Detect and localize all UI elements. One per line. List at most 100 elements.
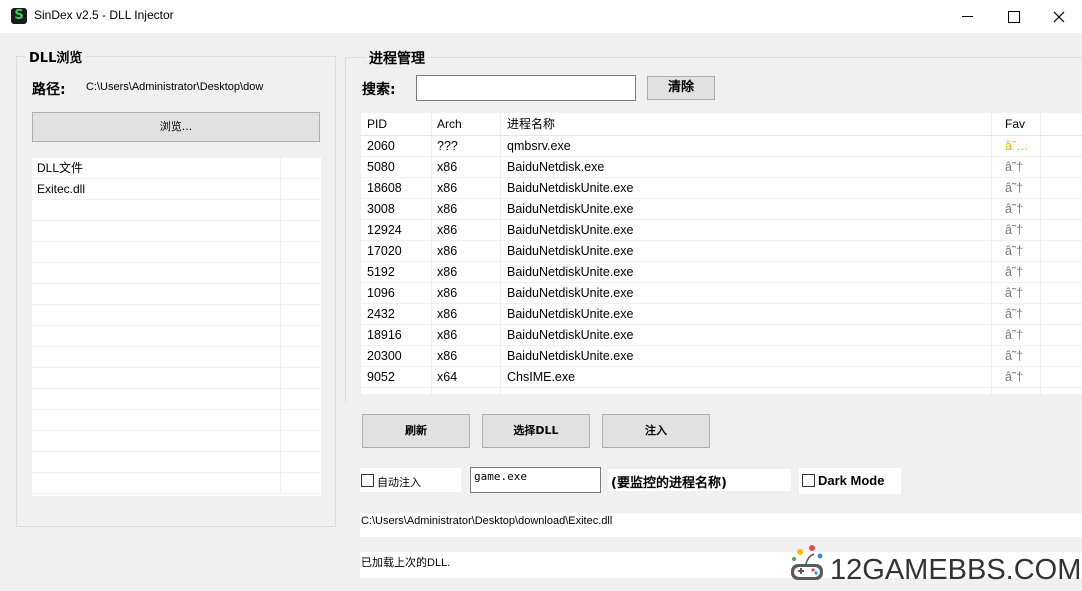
cell-arch: ???: [437, 139, 458, 153]
list-item-empty: [32, 410, 321, 431]
cell-fav-star[interactable]: â˜†: [1005, 157, 1045, 178]
cell-fav-star[interactable]: â˜†: [1005, 304, 1045, 325]
cell-arch: x86: [437, 244, 458, 258]
table-row[interactable]: 3008 x86 BaiduNetdiskUnite.exe â˜†: [361, 199, 1082, 220]
cell-arch: x86: [437, 349, 458, 363]
clear-button[interactable]: 清除: [647, 76, 715, 100]
cell-pid: 3008: [367, 202, 395, 216]
watermark-text: 12GAMEBBS.COM: [830, 554, 1082, 586]
table-row[interactable]: 5080 x86 BaiduNetdisk.exe â˜†: [361, 157, 1082, 178]
site-watermark: 12GAMEBBS.COM: [788, 540, 1082, 588]
dark-mode-checkbox[interactable]: [802, 474, 815, 487]
cell-arch: x64: [437, 370, 458, 384]
app-logo-icon: S: [11, 8, 27, 24]
cell-fav-star[interactable]: â˜†: [1005, 241, 1045, 262]
cell-fav-star[interactable]: â˜†: [1005, 262, 1045, 283]
cell-pid: 9052: [367, 370, 395, 384]
list-item-empty: [32, 200, 321, 221]
select-dll-button[interactable]: 选择DLL: [482, 414, 590, 448]
cell-name: BaiduNetdiskUnite.exe: [507, 202, 634, 216]
table-row[interactable]: 1096 x86 BaiduNetdiskUnite.exe â˜†: [361, 283, 1082, 304]
search-input[interactable]: [416, 75, 636, 101]
cell-pid: 5080: [367, 160, 395, 174]
table-row[interactable]: 12924 x86 BaiduNetdiskUnite.exe â˜†: [361, 220, 1082, 241]
search-label: 搜索:: [362, 82, 396, 98]
cell-pid: 20300: [367, 349, 402, 363]
list-item-empty: [32, 221, 321, 242]
cell-name: BaiduNetdisk.exe: [507, 160, 605, 174]
game-controller-icon: [791, 545, 823, 580]
cell-pid: 1096: [367, 286, 395, 300]
cell-arch: x86: [437, 202, 458, 216]
cell-name: qmbsrv.exe: [507, 139, 571, 153]
dll-file-list[interactable]: DLL文件 Exitec.dll: [32, 158, 321, 496]
auto-inject-checkbox[interactable]: [361, 474, 374, 487]
cell-fav-star[interactable]: â˜†: [1005, 325, 1045, 346]
cell-fav-star[interactable]: â˜†: [1005, 283, 1045, 304]
list-item-empty: [32, 284, 321, 305]
list-item-empty: [32, 452, 321, 473]
table-row[interactable]: 18916 x86 BaiduNetdiskUnite.exe â˜†: [361, 325, 1082, 346]
list-item-empty: [32, 389, 321, 410]
column-header-pid[interactable]: PID: [367, 113, 427, 136]
maximize-button[interactable]: [990, 0, 1036, 33]
cell-name: BaiduNetdiskUnite.exe: [507, 349, 634, 363]
cell-fav-star[interactable]: â˜†: [1005, 346, 1045, 367]
inject-button[interactable]: 注入: [602, 414, 710, 448]
cell-arch: x86: [437, 328, 458, 342]
cell-fav-star[interactable]: â˜†: [1005, 367, 1045, 388]
close-button[interactable]: [1036, 0, 1082, 33]
cell-name: BaiduNetdiskUnite.exe: [507, 307, 634, 321]
table-row[interactable]: 2060 ??? qmbsrv.exe â˜…: [361, 136, 1082, 157]
cell-fav-star[interactable]: â˜†: [1005, 178, 1045, 199]
cell-fav-star[interactable]: â˜…: [1005, 136, 1045, 157]
table-row[interactable]: 18608 x86 BaiduNetdiskUnite.exe â˜†: [361, 178, 1082, 199]
cell-name: BaiduNetdiskUnite.exe: [507, 328, 634, 342]
list-item-empty: [32, 305, 321, 326]
dll-file-name: Exitec.dll: [37, 182, 86, 196]
cell-name: BaiduNetdiskUnite.exe: [507, 223, 634, 237]
cell-pid: 18608: [367, 181, 402, 195]
cell-pid: 18916: [367, 328, 402, 342]
refresh-button[interactable]: 刷新: [362, 414, 470, 448]
cell-pid: 12924: [367, 223, 402, 237]
list-item-empty: [32, 242, 321, 263]
auto-inject-label: 自动注入: [377, 476, 421, 489]
table-row[interactable]: 20300 x86 BaiduNetdiskUnite.exe â˜†: [361, 346, 1082, 367]
list-item[interactable]: Exitec.dll: [32, 179, 321, 200]
column-header-arch[interactable]: Arch: [437, 113, 497, 136]
minimize-button[interactable]: [944, 0, 990, 33]
dll-path-status: C:\Users\Administrator\Desktop\download\…: [360, 513, 1082, 537]
table-row[interactable]: 5192 x86 BaiduNetdiskUnite.exe â˜†: [361, 262, 1082, 283]
table-header: PID Arch 进程名称 Fav: [361, 113, 1082, 136]
column-header-name[interactable]: 进程名称: [507, 113, 987, 136]
close-icon: [1053, 11, 1065, 23]
dark-mode-option[interactable]: Dark Mode: [799, 468, 901, 494]
cell-pid: 2432: [367, 307, 395, 321]
table-row[interactable]: 2432 x86 BaiduNetdiskUnite.exe â˜†: [361, 304, 1082, 325]
auto-inject-option[interactable]: 自动注入: [360, 468, 461, 492]
cell-arch: x86: [437, 223, 458, 237]
list-item-empty: [32, 473, 321, 494]
dll-list-header-label: DLL文件: [37, 161, 84, 175]
cell-fav-star[interactable]: â˜†: [1005, 220, 1045, 241]
dll-path-field[interactable]: C:\Users\Administrator\Desktop\dow: [84, 78, 279, 100]
list-item-empty: [32, 347, 321, 368]
monitor-process-input[interactable]: game.exe: [470, 467, 601, 493]
cell-pid: 2060: [367, 139, 395, 153]
window-title: SinDex v2.5 - DLL Injector: [34, 8, 174, 22]
cell-arch: x86: [437, 307, 458, 321]
path-label: 路径:: [32, 82, 66, 98]
cell-fav-star[interactable]: â˜†: [1005, 199, 1045, 220]
title-bar: S SinDex v2.5 - DLL Injector: [0, 0, 1082, 33]
column-header-fav[interactable]: Fav: [1005, 113, 1045, 136]
browse-button[interactable]: 浏览...: [32, 112, 320, 142]
cell-name: BaiduNetdiskUnite.exe: [507, 244, 634, 258]
dark-mode-label: Dark Mode: [818, 473, 885, 488]
monitor-hint-label: (要监控的进程名称): [611, 476, 727, 491]
table-row[interactable]: 9052 x64 ChsIME.exe â˜†: [361, 367, 1082, 388]
process-table[interactable]: PID Arch 进程名称 Fav 2060 ??? qmbsrv.exe â˜…: [361, 113, 1082, 394]
monitor-hint: (要监控的进程名称): [608, 469, 791, 491]
cell-arch: x86: [437, 265, 458, 279]
table-row[interactable]: 17020 x86 BaiduNetdiskUnite.exe â˜†: [361, 241, 1082, 262]
